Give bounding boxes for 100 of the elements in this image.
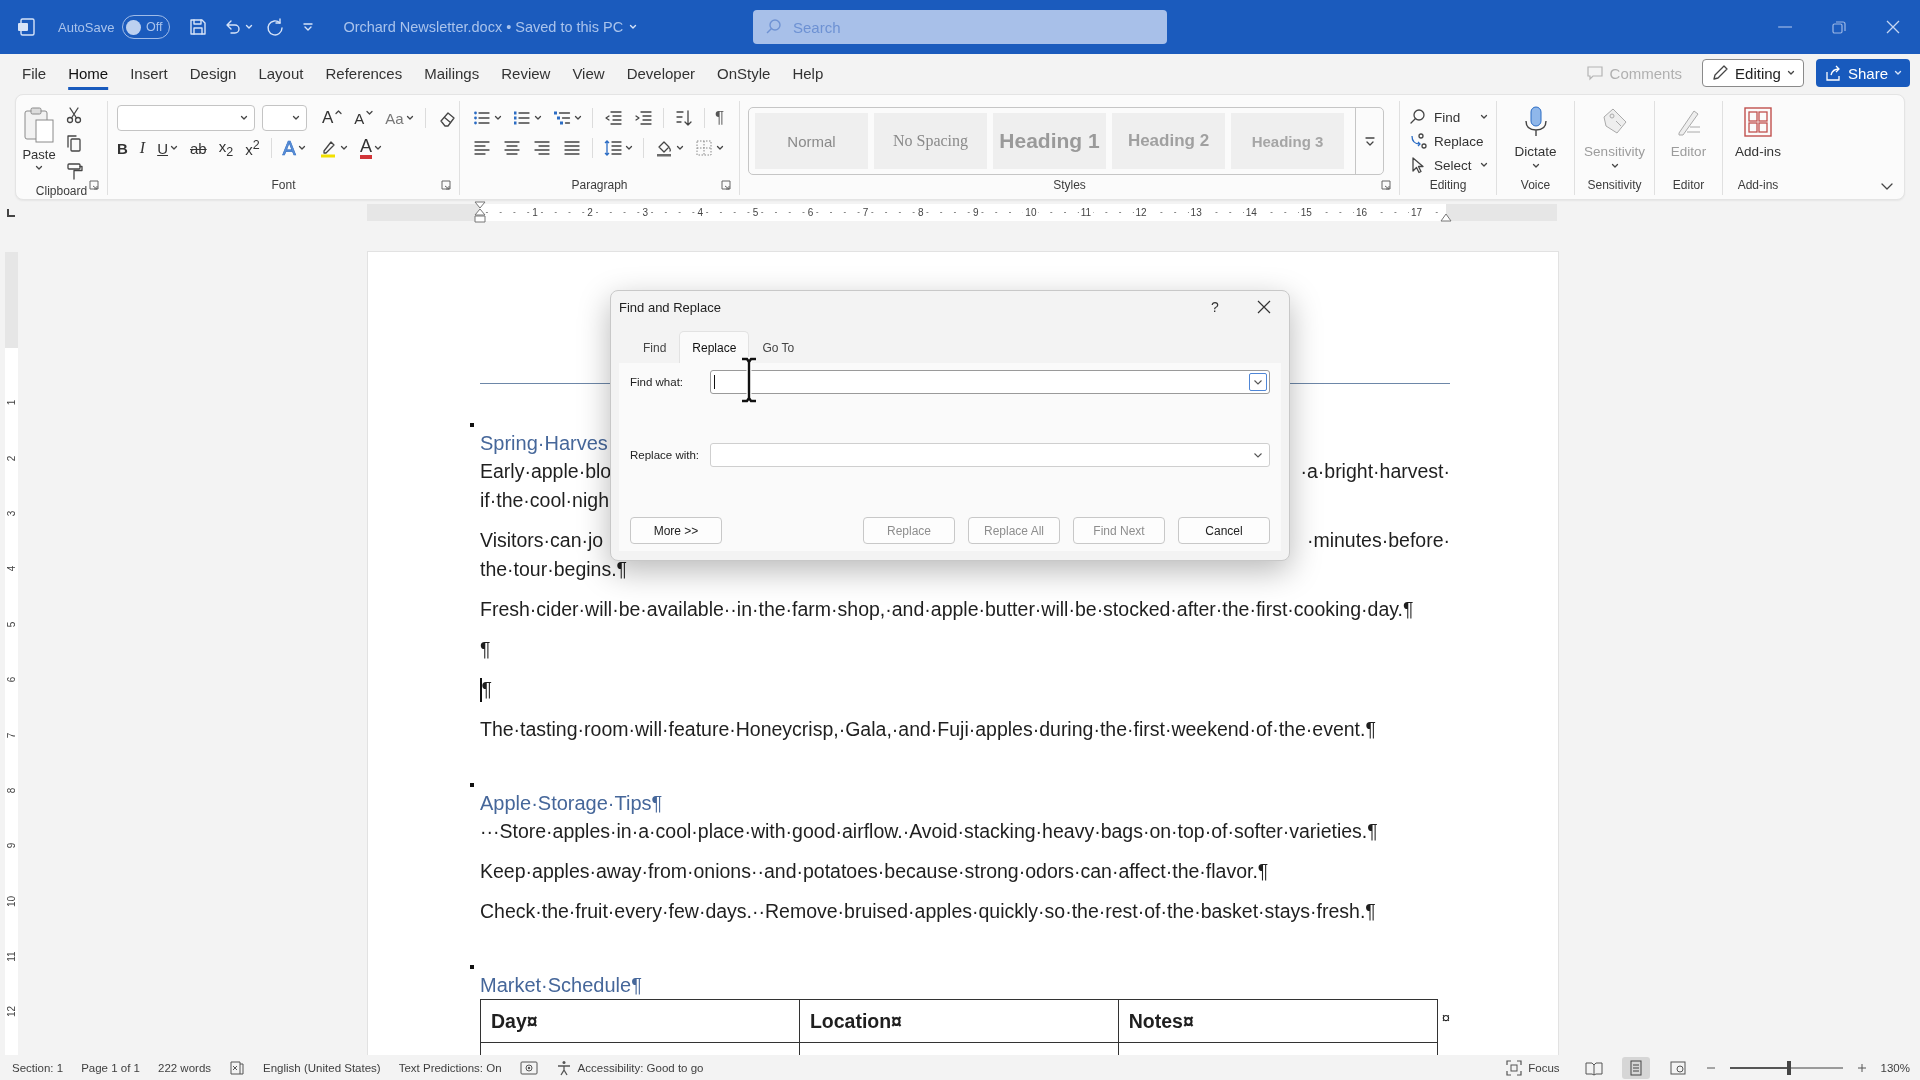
menu-tab[interactable]: File <box>11 54 58 92</box>
paragraph-mark-icon <box>470 783 474 787</box>
menu-tab[interactable]: Help <box>781 54 835 92</box>
body-text: ¶ <box>480 637 491 662</box>
body-text: if·the·cool·nigh <box>480 488 609 513</box>
status-item[interactable]: Text Predictions: On <box>398 1056 502 1079</box>
status-item[interactable]: Page 1 of 1 <box>81 1056 140 1079</box>
ruler-number: 16 <box>1353 207 1369 218</box>
group-label: Editing <box>1429 178 1467 192</box>
share-button[interactable]: Share <box>1815 59 1910 87</box>
menu-tab[interactable]: Mailings <box>413 54 491 92</box>
status-item[interactable]: 222 words <box>158 1056 212 1079</box>
tab-selector-icon[interactable] <box>6 207 16 218</box>
subscript-button[interactable]: x$_{2}$ <box>213 135 239 161</box>
font-color-button[interactable]: A <box>354 135 387 161</box>
dialog-tab[interactable]: Go To <box>749 331 808 363</box>
menu-tab[interactable]: Design <box>178 54 248 92</box>
caret-icon[interactable] <box>245 23 254 31</box>
menu-tab[interactable]: Layout <box>247 54 315 92</box>
shrink-font-button[interactable]: A <box>349 105 379 131</box>
status-item[interactable]: Accessibility: Good to go <box>555 1056 704 1079</box>
dialog-launcher-icon[interactable] <box>441 180 451 190</box>
ruler-number: 7 <box>6 732 17 738</box>
dropdown-field[interactable] <box>710 370 1270 394</box>
help-button[interactable]: ? <box>1203 299 1227 315</box>
replace-button[interactable]: Replace <box>1408 131 1489 151</box>
dialog-launcher-icon[interactable] <box>1381 180 1391 190</box>
dialog-tab[interactable]: Find <box>630 331 680 363</box>
dialog-launcher-icon[interactable] <box>721 180 731 190</box>
strikethrough-button[interactable]: ab <box>185 135 212 161</box>
ruler-number: 11 <box>1078 207 1094 218</box>
book-icon <box>1584 1059 1603 1076</box>
body-text: the·tour·begins.¶ <box>480 557 628 582</box>
dialog-button[interactable]: Cancel <box>1178 517 1270 544</box>
save-icon[interactable] <box>188 17 209 37</box>
group-label: Clipboard <box>35 184 88 198</box>
ruler-number: 1 <box>530 207 540 218</box>
grow-font-button[interactable]: A <box>317 105 348 131</box>
status-item[interactable]: Section: 1 <box>12 1056 64 1079</box>
dialog-button[interactable]: More >> <box>630 517 722 544</box>
group-label: Voice <box>1520 178 1551 192</box>
editing-button[interactable]: Editing <box>1702 59 1804 87</box>
bold-button[interactable]: B <box>112 135 133 161</box>
addins-button[interactable]: Add-ins <box>1725 103 1791 159</box>
group-label: Add-ins <box>1737 178 1779 192</box>
menu-tab[interactable]: Review <box>490 54 562 92</box>
find-button[interactable]: Find <box>1408 107 1489 127</box>
zoom-level[interactable]: 130% <box>1880 1061 1910 1074</box>
redo-icon[interactable] <box>265 17 286 37</box>
format-painter-icon[interactable] <box>64 161 84 181</box>
italic-button[interactable]: I <box>134 135 151 161</box>
table-header-cell: Notes¤ <box>1118 999 1438 1043</box>
status-item[interactable]: English (United States) <box>263 1056 381 1079</box>
indent-marker-icon[interactable] <box>474 201 486 223</box>
caret-icon <box>335 109 343 116</box>
select-button[interactable]: Select <box>1408 155 1489 175</box>
menu-tab[interactable]: Developer <box>615 54 706 92</box>
menu-tab[interactable]: References <box>314 54 414 92</box>
font-size-field[interactable] <box>262 105 307 131</box>
scissors-icon[interactable] <box>64 105 84 125</box>
change-case-button[interactable]: Aa <box>380 105 419 131</box>
text-cursor <box>714 375 715 389</box>
copy-icon[interactable] <box>64 133 84 153</box>
dropdown-field[interactable] <box>710 443 1270 467</box>
font-name-field[interactable] <box>117 105 255 131</box>
spacing-icon <box>603 138 623 158</box>
ruler-number: 12 <box>1133 207 1149 218</box>
view-button[interactable] <box>1621 1056 1650 1079</box>
chevron-icon <box>1253 377 1263 387</box>
voice-button[interactable]: Dictate <box>1504 103 1567 170</box>
underline-button[interactable]: U <box>152 135 183 161</box>
caret-icon <box>625 144 633 152</box>
replace-icon <box>1408 131 1428 151</box>
menu-tab[interactable]: Insert <box>119 54 179 92</box>
show-marks-button[interactable]: ¶ <box>711 105 729 131</box>
document-title[interactable]: Orchard Newsletter.docx • Saved to this PC <box>343 19 638 35</box>
row-end-mark: ¤ <box>1440 1008 1450 1026</box>
superscript-button[interactable]: x$^{2}$ <box>240 135 265 161</box>
ruler-number: 4 <box>6 566 17 572</box>
dialog-launcher-icon[interactable] <box>89 180 99 190</box>
dropdown-button[interactable] <box>1249 373 1267 391</box>
menu-tab[interactable]: Home <box>57 54 120 92</box>
comment-icon <box>1585 64 1604 82</box>
menu-tab[interactable]: View <box>561 54 616 92</box>
focus-button[interactable]: Focus <box>1506 1056 1560 1079</box>
dialog-tab[interactable]: Replace <box>679 331 750 363</box>
group-label: Font <box>271 178 296 192</box>
ruler-number: 2 <box>585 207 595 218</box>
ruler-number: 9 <box>971 207 981 218</box>
body-text: Fresh·cider·will·be·available··in·the·farm·shop,·and·apple·butter·will·be·stocked·after·the·first·cooking·day.¶ <box>480 597 1414 622</box>
ruler-number: 6 <box>805 207 816 218</box>
body-text: ·minutes·before· <box>1306 528 1450 553</box>
zoom-in-button[interactable] <box>1856 1062 1867 1073</box>
search-field[interactable]: Search <box>753 10 1167 44</box>
paste-button[interactable]: Paste <box>16 103 62 174</box>
caret-icon <box>1786 69 1795 77</box>
body-text: ¶ <box>481 677 492 702</box>
text-effects-button[interactable]: A <box>277 135 311 161</box>
chevron-icon <box>1253 450 1263 460</box>
menu-tab[interactable]: OnStyle <box>706 54 782 92</box>
